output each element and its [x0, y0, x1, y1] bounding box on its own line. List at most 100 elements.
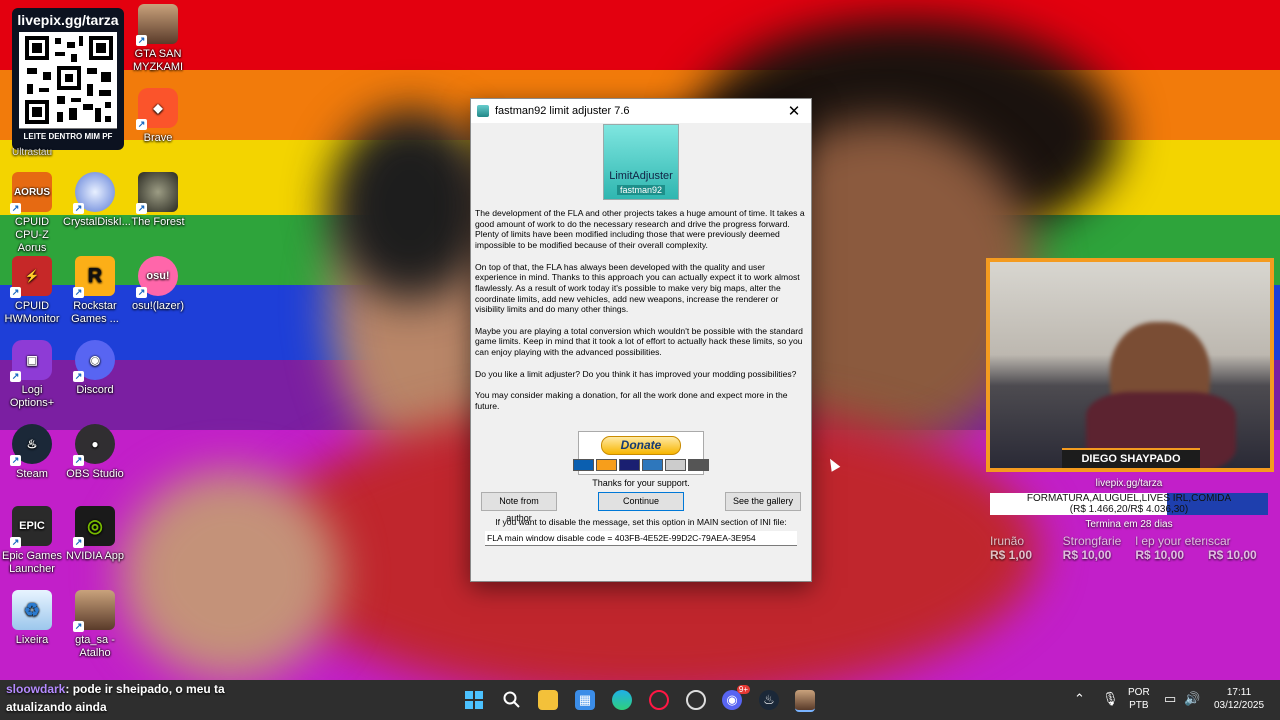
- logi-options-icon: ▣ ↗: [10, 340, 52, 382]
- recent-donors: Irunão R$ 1,00 Strongfarie R$ 10,00 l ep y…: [990, 534, 1280, 562]
- thanks-text: Thanks for your support.: [592, 478, 690, 489]
- shortcut-arrow-icon: ↗: [73, 537, 84, 548]
- microsoft-store-icon[interactable]: ▦: [575, 690, 595, 710]
- desktop-icon-osu[interactable]: osu! ↗ osu!(lazer): [126, 256, 190, 313]
- close-icon[interactable]: ✕: [783, 102, 805, 120]
- paypal-donate-button[interactable]: Donate: [573, 431, 709, 476]
- language-indicator[interactable]: POR PTB: [1128, 686, 1150, 712]
- network-icon[interactable]: ▭: [1164, 692, 1176, 705]
- brave-icon: ◆ ↗: [136, 88, 178, 130]
- donor-name: scar: [1207, 534, 1231, 548]
- qr-code-image: [19, 32, 117, 129]
- donor-item: scar R$ 10,00: [1208, 534, 1280, 562]
- search-icon[interactable]: [502, 690, 522, 710]
- shortcut-arrow-icon: ↗: [10, 287, 21, 298]
- logo-title: LimitAdjuster: [609, 170, 673, 182]
- paragraph: The development of the FLA and other pro…: [475, 208, 805, 251]
- desktop-icon-the-forest[interactable]: ↗ The Forest: [126, 172, 190, 229]
- donate-label: Donate: [601, 435, 681, 455]
- donor-item: Strongfarie R$ 10,00: [1063, 534, 1135, 562]
- limit-adjuster-dialog: fastman92 limit adjuster 7.6 ✕ LimitAdju…: [470, 98, 812, 582]
- gta-icon[interactable]: [795, 690, 815, 712]
- shortcut-arrow-icon: ↗: [136, 203, 147, 214]
- chat-message: sloowdark: pode ir sheipado, o meu ta at…: [6, 680, 225, 716]
- goal-ends: Termina em 28 dias: [1085, 519, 1173, 530]
- desktop-icon-epic[interactable]: EPIC ↗ Epic Games Launcher: [0, 506, 64, 576]
- disable-code-field[interactable]: FLA main window disable code = 403FB-4E5…: [485, 531, 797, 547]
- desktop-icon-hwmonitor[interactable]: ⚡ ↗ CPUID HWMonitor: [0, 256, 64, 326]
- payment-cards-icon: [573, 458, 709, 471]
- livepix-qr-overlay: livepix.gg/tarza LEITE DENTRO MIM PF: [12, 8, 124, 150]
- chrome-icon[interactable]: [686, 690, 706, 710]
- dialog-body-text: The development of the FLA and other pro…: [471, 200, 811, 411]
- streamer-name: DIEGO SHAYPADO: [1062, 448, 1200, 468]
- goal-progress-bar: FORMATURA,ALUGUEL,LIVES IRL,COMIDA (R$ 1…: [990, 493, 1268, 515]
- edge-icon[interactable]: [612, 690, 632, 710]
- wallpaper-arm: [120, 470, 340, 680]
- desktop-icon-label: NVIDIA App: [65, 550, 125, 562]
- shortcut-arrow-icon: ↗: [73, 203, 84, 214]
- note-from-author-button[interactable]: Note from author: [481, 492, 557, 523]
- windows-start-icon[interactable]: [464, 690, 484, 710]
- aorus-icon: AORUS ↗: [10, 172, 52, 214]
- shortcut-arrow-icon: ↗: [136, 287, 147, 298]
- shortcut-arrow-icon: ↗: [73, 287, 84, 298]
- desktop-icon-label: osu!(lazer): [132, 300, 184, 312]
- tray-overflow-icon[interactable]: ⌃: [1074, 692, 1085, 705]
- steam-icon[interactable]: ♨: [759, 690, 779, 710]
- desktop-icon-gta-san[interactable]: ↗ GTA SAN MYZKAMI: [126, 4, 190, 74]
- app-icon: [477, 105, 489, 117]
- donation-goal: livepix.gg/tarza FORMATURA,ALUGUEL,LIVES…: [990, 478, 1268, 530]
- donor-name: Irunão: [990, 534, 1025, 548]
- the-forest-icon: ↗: [136, 172, 178, 214]
- desktop-icon-rockstar[interactable]: R ↗ Rockstar Games ...: [63, 256, 127, 326]
- limit-adjuster-logo: LimitAdjuster fastman92: [603, 124, 679, 200]
- logo-subtitle: fastman92: [616, 185, 666, 195]
- donor-amount: R$ 10,00: [1135, 548, 1185, 562]
- dialog-titlebar[interactable]: fastman92 limit adjuster 7.6 ✕: [471, 99, 811, 123]
- desktop-icon-label: Discord: [76, 384, 114, 396]
- desktop-icon-label: Steam: [16, 468, 48, 480]
- desktop-icon-brave[interactable]: ◆ ↗ Brave: [126, 88, 190, 145]
- gta-sa-icon: ↗: [73, 590, 115, 632]
- shortcut-arrow-icon: ↗: [10, 371, 21, 382]
- desktop-icon-nvidia[interactable]: ◎ ↗ NVIDIA App: [63, 506, 127, 563]
- desktop-icon-gta-sa[interactable]: ↗ gta_sa - Atalho: [63, 590, 127, 660]
- epic-games-icon: EPIC ↗: [10, 506, 52, 548]
- shortcut-arrow-icon: ↗: [73, 371, 84, 382]
- donor-amount: R$ 10,00: [1207, 548, 1257, 562]
- dialog-button-row: Note from author Continue See the galler…: [471, 492, 811, 523]
- chat-text-line1: : pode ir sheipado, o meu ta: [65, 682, 225, 696]
- continue-button[interactable]: Continue: [598, 492, 684, 512]
- discord-badge: 9+: [736, 685, 750, 694]
- clock[interactable]: 17:11 03/12/2025: [1208, 686, 1270, 712]
- clock-date: 03/12/2025: [1213, 700, 1265, 711]
- desktop-icon-crystaldisk[interactable]: ↗ CrystalDiskI...: [63, 172, 131, 229]
- donor-name: Strongfarie: [1062, 534, 1122, 548]
- opera-gx-icon[interactable]: [649, 690, 669, 710]
- chat-text-line2: atualizando ainda: [6, 700, 107, 714]
- volume-icon[interactable]: 🔊: [1184, 692, 1200, 705]
- desktop-icon-label: Epic Games Launcher: [2, 550, 62, 575]
- steam-icon: ♨ ↗: [10, 424, 52, 466]
- desktop-icon-cpuz-aorus[interactable]: AORUS ↗ CPUID CPU-Z Aorus: [0, 172, 64, 255]
- qr-caption: LEITE DENTRO MIM PF: [23, 132, 113, 141]
- desktop-icon-steam[interactable]: ♨ ↗ Steam: [0, 424, 64, 481]
- see-gallery-button[interactable]: See the gallery: [725, 492, 801, 512]
- desktop-icon-discord[interactable]: ◉ ↗ Discord: [63, 340, 127, 397]
- shortcut-arrow-icon: ↗: [10, 203, 21, 214]
- discord-icon[interactable]: ◉ 9+: [722, 685, 750, 710]
- desktop-icon-label: Lixeira: [15, 634, 49, 646]
- microphone-icon[interactable]: 🎙: [1102, 692, 1119, 705]
- goal-url: livepix.gg/tarza: [1095, 478, 1163, 489]
- discord-icon: ◉ ↗: [73, 340, 115, 382]
- obs-icon: ● ↗: [73, 424, 115, 466]
- file-explorer-icon[interactable]: [538, 690, 558, 710]
- desktop-icon-logi[interactable]: ▣ ↗ Logi Options+: [0, 340, 64, 410]
- desktop-icon-lixeira[interactable]: ♻ Lixeira: [0, 590, 64, 647]
- goal-title: FORMATURA,ALUGUEL,LIVES IRL,COMIDA: [1026, 493, 1232, 504]
- desktop-icon-obs[interactable]: ● ↗ OBS Studio: [63, 424, 127, 481]
- donor-item: l ep your eternityR$ 10,00: [1135, 534, 1207, 562]
- shortcut-arrow-icon: ↗: [136, 119, 147, 130]
- desktop-icon-label: Rockstar Games ...: [71, 300, 119, 325]
